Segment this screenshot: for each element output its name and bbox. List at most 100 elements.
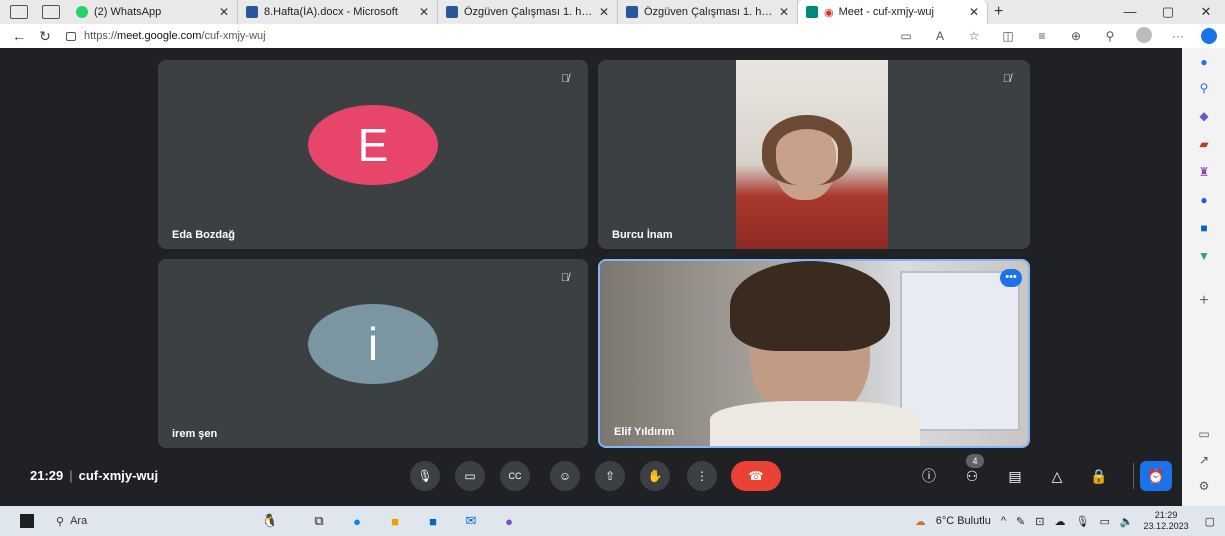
participant-tile-active-speaker[interactable]: ••• Elif Yıldırım	[598, 259, 1030, 448]
tab-actions-icon[interactable]	[42, 5, 60, 19]
screen: (2) WhatsApp ✕ 8.Hafta(İA).docx - Micros…	[0, 0, 1225, 536]
penguins-widget-icon[interactable]: 🐧	[240, 513, 300, 529]
bell-icon[interactable]: ●	[1196, 54, 1212, 70]
mail-icon[interactable]: ✉	[452, 513, 490, 529]
favorite-star-icon[interactable]: ☆	[957, 29, 991, 43]
search-icon[interactable]: ⚲	[1196, 80, 1212, 96]
chat-icon[interactable]: ▤	[1000, 461, 1030, 491]
tab-word-doc-1[interactable]: 8.Hafta(İA).docx - Microsoft ✕	[238, 0, 438, 24]
new-tab-button[interactable]: +	[994, 3, 1003, 21]
people-button[interactable]: ⚇ 4	[957, 454, 987, 491]
browser-toolbar: ▭ A ☆ ◫ ≡ ⊕ ⚲ ···	[889, 24, 1195, 48]
tab-whatsapp[interactable]: (2) WhatsApp ✕	[68, 0, 238, 24]
windows-start-icon[interactable]	[20, 514, 34, 528]
tag-icon[interactable]: ◆	[1196, 108, 1212, 124]
avatar: E	[308, 105, 438, 185]
alarm-clock-button[interactable]: ⏰	[1140, 461, 1172, 491]
more-options-button[interactable]: ⋮	[687, 461, 717, 491]
address-bar: ← ↻ https://meet.google.com/cuf-xmjy-wuj…	[0, 24, 1225, 48]
close-icon[interactable]: ✕	[419, 5, 429, 19]
video-feed	[736, 60, 888, 249]
minimize-button[interactable]: —	[1111, 0, 1149, 24]
outlook-icon[interactable]: ■	[1196, 220, 1212, 236]
pen-icon[interactable]: ✎	[1016, 515, 1025, 528]
edge-sidebar: ● ⚲ ◆ ▰ ♜ ● ■ ▼ + ▭ ↗ ⚙	[1182, 48, 1225, 506]
camera-button[interactable]: ▭	[455, 461, 485, 491]
onedrive-icon[interactable]: ☁	[1054, 515, 1065, 528]
url-field[interactable]: https://meet.google.com/cuf-xmjy-wuj	[66, 30, 826, 42]
copilot-taskbar-icon[interactable]: ●	[490, 514, 528, 529]
back-icon[interactable]: ←	[6, 28, 32, 44]
end-call-button[interactable]: ☎	[731, 461, 781, 491]
browser-tab-strip: (2) WhatsApp ✕ 8.Hafta(İA).docx - Micros…	[0, 0, 1225, 24]
close-icon[interactable]: ✕	[779, 5, 789, 19]
camera-in-use-icon[interactable]: ▭	[889, 29, 923, 43]
sweater	[710, 401, 920, 446]
extensions-icon[interactable]: ⚲	[1093, 29, 1127, 43]
meet-tray-icon[interactable]: ⊡	[1035, 515, 1044, 528]
open-external-icon[interactable]: ↗	[1196, 452, 1212, 468]
weather-icon: ☁	[914, 515, 926, 528]
meet-window: E 🎙̸ Eda Bozdağ 🎙̸ Burcu İnam i 🎙̸ irem …	[10, 52, 1176, 502]
tab-word-doc-3[interactable]: Özgüven Çalışması 1. hafta ✕	[618, 0, 798, 24]
read-aloud-icon[interactable]: A	[923, 29, 957, 43]
drop-icon[interactable]: ▼	[1196, 248, 1212, 264]
hair	[730, 261, 890, 351]
games-icon[interactable]: ♜	[1196, 164, 1212, 180]
hair	[762, 115, 852, 185]
store-icon[interactable]: ■	[414, 514, 452, 529]
microphone-button[interactable]: 🎙	[410, 461, 440, 491]
mic-tray-icon[interactable]: 🎙	[1075, 515, 1089, 528]
collections-icon[interactable]: ⊕	[1059, 29, 1093, 43]
window-controls: — ▢ ✕	[1111, 0, 1225, 24]
close-icon[interactable]: ✕	[599, 5, 609, 19]
activities-icon[interactable]: △	[1042, 461, 1072, 491]
edge-icon[interactable]: ●	[338, 514, 376, 529]
settings-gear-icon[interactable]: ⚙	[1196, 478, 1212, 494]
search-icon: ⚲	[56, 515, 65, 528]
emoji-reaction-button[interactable]: ☺	[550, 461, 580, 491]
raise-hand-button[interactable]: ✋	[640, 461, 670, 491]
profile-avatar[interactable]	[1127, 26, 1161, 46]
task-view-icon[interactable]: ⧉	[300, 513, 338, 529]
refresh-icon[interactable]: ↻	[32, 28, 58, 45]
lock-icon[interactable]	[66, 31, 76, 41]
file-explorer-icon[interactable]: ■	[376, 514, 414, 529]
windows-taskbar: ⚲ Ara 🐧 ⧉ ● ■ ■ ✉ ● ☁ 6°C Bulutlu ^ ✎ ⊡ …	[0, 506, 1225, 536]
sidebar-layout-icon[interactable]: ▭	[1196, 426, 1212, 442]
close-icon[interactable]: ✕	[969, 5, 979, 19]
briefcase-icon[interactable]: ▰	[1196, 136, 1212, 152]
word-icon	[626, 6, 638, 18]
meet-icon	[806, 6, 818, 18]
captions-button[interactable]: CC	[500, 461, 530, 491]
taskbar-search[interactable]: ⚲ Ara	[56, 515, 87, 528]
participant-tile[interactable]: E 🎙̸ Eda Bozdağ	[158, 60, 588, 249]
participant-tile[interactable]: 🎙̸ Burcu İnam	[598, 60, 1030, 249]
battery-icon[interactable]: ▭	[1099, 515, 1109, 528]
close-icon[interactable]: ✕	[219, 5, 229, 19]
meet-control-bar: 21:29 | cuf-xmjy-wuj 🎙 ▭ CC ☺ ⇧ ✋ ⋮ ☎ ⓘ ⚇ 4…	[10, 454, 1176, 499]
present-screen-button[interactable]: ⇧	[595, 461, 625, 491]
microsoft365-icon[interactable]: ●	[1196, 192, 1212, 208]
chevron-up-icon[interactable]: ^	[1001, 515, 1006, 527]
host-controls-icon[interactable]: 🔒	[1084, 461, 1114, 491]
copilot-icon[interactable]	[1201, 28, 1217, 44]
mic-off-icon: 🎙̸	[560, 272, 570, 284]
add-icon[interactable]: +	[1196, 293, 1212, 309]
more-menu-icon[interactable]: ···	[1161, 29, 1195, 43]
participant-tile[interactable]: i 🎙̸ irem şen	[158, 259, 588, 448]
mic-off-icon: 🎙̸	[1002, 73, 1012, 85]
favorites-icon[interactable]: ≡	[1025, 29, 1059, 43]
split-screen-icon[interactable]: ◫	[991, 29, 1025, 43]
word-icon	[246, 6, 258, 18]
clock[interactable]: 21:29 23.12.2023	[1144, 510, 1189, 532]
volume-icon[interactable]: 🔈	[1120, 515, 1134, 528]
tile-options-button[interactable]: •••	[1000, 269, 1022, 287]
notifications-icon[interactable]: ▢	[1205, 515, 1215, 528]
tab-word-doc-2[interactable]: Özgüven Çalışması 1. hafta ✕	[438, 0, 618, 24]
tab-meet[interactable]: ◉ Meet - cuf-xmjy-wuj ✕	[798, 0, 988, 24]
restore-button[interactable]: ▢	[1149, 0, 1187, 24]
close-window-button[interactable]: ✕	[1187, 0, 1225, 24]
workspaces-icon[interactable]	[10, 5, 28, 19]
meeting-info-icon[interactable]: ⓘ	[914, 461, 944, 491]
